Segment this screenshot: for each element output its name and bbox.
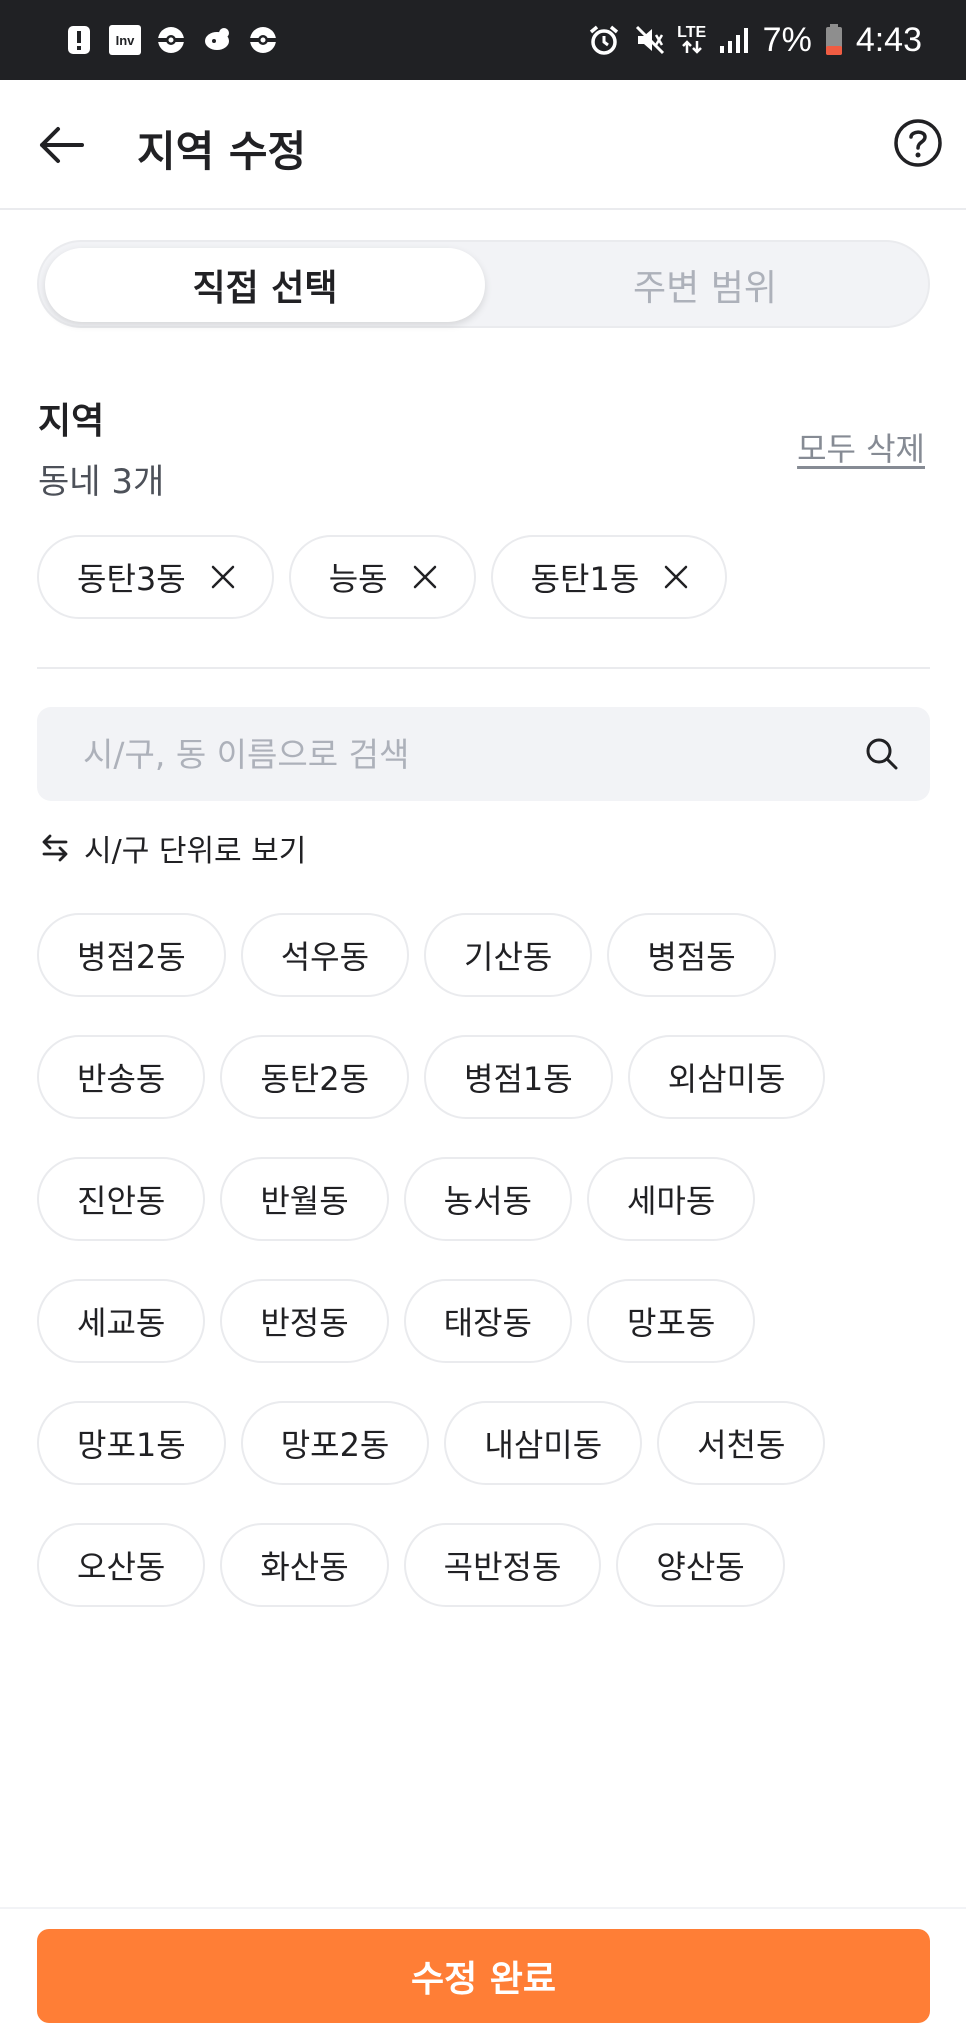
region-option-chip[interactable]: 반정동 xyxy=(220,1279,389,1363)
selected-chip-label: 동탄1동 xyxy=(530,560,640,598)
help-button[interactable] xyxy=(890,115,946,171)
region-option-chip[interactable]: 세마동 xyxy=(586,1157,756,1241)
region-option-chip[interactable]: 화산동 xyxy=(220,1523,389,1607)
close-icon[interactable] xyxy=(410,562,440,592)
region-option-chip[interactable]: 진안동 xyxy=(37,1157,206,1241)
region-option-chip[interactable]: 세교동 xyxy=(37,1279,206,1363)
region-option-chip[interactable]: 망포1동 xyxy=(37,1401,226,1485)
region-option-chip[interactable]: 기산동 xyxy=(424,913,593,997)
notification-icons: Inv xyxy=(62,23,280,57)
close-icon[interactable] xyxy=(661,562,691,592)
inv-app-icon: Inv xyxy=(108,23,142,57)
region-option-chip[interactable]: 태장동 xyxy=(403,1279,572,1363)
region-option-chip[interactable]: 망포2동 xyxy=(240,1401,430,1485)
battery-low-icon xyxy=(824,23,844,57)
search-input[interactable] xyxy=(83,734,860,774)
page-title: 지역 수정 xyxy=(137,127,307,176)
section-divider xyxy=(37,667,930,669)
inv-app-label: Inv xyxy=(115,32,135,48)
region-option-chip[interactable]: 오산동 xyxy=(37,1523,206,1607)
region-option-list: 병점2동 석우동 기산동 병점동반송동 동탄2동 병점1동 외삼미동진안동 반월동 농서동 세마동… xyxy=(37,913,930,1626)
region-option-chip[interactable]: 반월동 xyxy=(220,1157,389,1241)
selected-region-chips: 동탄3동 능동 동탄1동 xyxy=(37,535,728,619)
selected-chip[interactable]: 동탄3동 xyxy=(37,535,274,619)
bottom-bar: 수정 완료 xyxy=(0,1907,966,2039)
selected-chip-label: 능동 xyxy=(328,560,388,598)
region-option-chip[interactable]: 병점동 xyxy=(607,913,776,997)
region-option-chip[interactable]: 병점1동 xyxy=(424,1035,613,1119)
battery-percent: 7% xyxy=(762,20,812,59)
close-icon[interactable] xyxy=(208,562,238,592)
view-toggle-label: 시/구 단위로 보기 xyxy=(84,834,307,869)
submit-button[interactable]: 수정 완료 xyxy=(37,1929,930,2023)
system-icons: LTE 7% 4:43 xyxy=(587,21,922,60)
tab-nearby-range[interactable]: 주변 범위 xyxy=(485,248,925,322)
region-option-chip[interactable]: 곡반정동 xyxy=(403,1523,602,1607)
region-option-chip[interactable]: 내삼미동 xyxy=(444,1401,643,1485)
view-by-city-toggle[interactable]: 시/구 단위로 보기 xyxy=(40,826,306,870)
lte-icon: LTE xyxy=(677,23,707,57)
alarm-icon xyxy=(587,23,621,57)
region-count: 동네 3개 xyxy=(38,462,165,502)
region-option-chip[interactable]: 서천동 xyxy=(657,1401,826,1485)
selection-mode-tabs: 직접 선택 주변 범위 xyxy=(37,240,930,328)
region-option-chip[interactable]: 석우동 xyxy=(240,913,410,997)
app-header: 지역 수정 xyxy=(0,80,966,210)
region-section-title: 지역 xyxy=(38,401,105,442)
region-option-chip[interactable]: 양산동 xyxy=(616,1523,785,1607)
pokeball-icon xyxy=(154,23,188,57)
search-icon[interactable] xyxy=(860,732,904,776)
clock: 4:43 xyxy=(855,20,922,59)
region-option-chip[interactable]: 동탄2동 xyxy=(220,1035,410,1119)
delete-all-link[interactable]: 모두 삭제 xyxy=(797,424,925,470)
tab-direct-select[interactable]: 직접 선택 xyxy=(45,248,485,322)
region-option-chip[interactable]: 외삼미동 xyxy=(627,1035,826,1119)
selected-chip-label: 동탄3동 xyxy=(77,560,186,598)
region-option-chip[interactable]: 망포동 xyxy=(586,1279,756,1363)
region-option-chip[interactable]: 반송동 xyxy=(37,1035,206,1119)
chat-bird-icon xyxy=(200,23,234,57)
region-option-chip[interactable]: 농서동 xyxy=(403,1157,572,1241)
alert-icon xyxy=(62,23,96,57)
status-bar: Inv LTE 7% 4:43 xyxy=(0,0,966,80)
selected-chip[interactable]: 동탄1동 xyxy=(490,535,728,619)
search-box[interactable] xyxy=(37,707,930,801)
region-option-chip[interactable]: 병점2동 xyxy=(37,913,226,997)
mute-icon xyxy=(633,23,667,57)
back-button[interactable] xyxy=(36,120,86,170)
lte-label: LTE xyxy=(677,24,707,41)
pokeball-icon xyxy=(246,23,280,57)
question-circle-icon xyxy=(894,119,942,167)
signal-icon xyxy=(717,23,751,57)
selected-chip[interactable]: 능동 xyxy=(288,535,476,619)
swap-arrows-icon xyxy=(42,834,68,862)
arrow-left-icon xyxy=(40,127,84,163)
